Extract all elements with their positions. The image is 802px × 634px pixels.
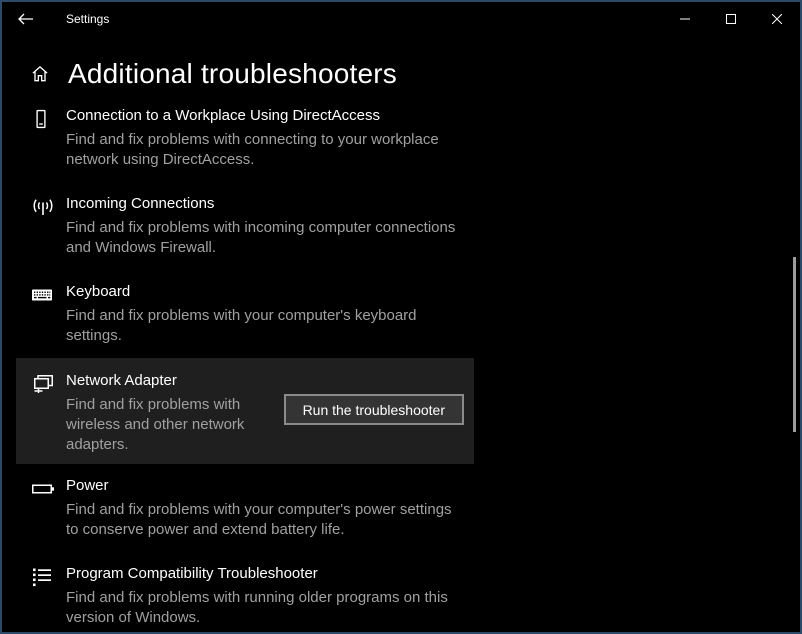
troubleshooter-name: Power	[66, 476, 474, 495]
settings-window: Settings Additional	[0, 0, 802, 634]
home-icon[interactable]	[30, 64, 50, 84]
troubleshooter-name: Incoming Connections	[66, 194, 474, 213]
page-content: Additional troubleshooters Connection to…	[2, 36, 800, 634]
troubleshooter-item[interactable]: Program Compatibility Troubleshooter Fin…	[30, 552, 474, 634]
troubleshooter-description: Find and fix problems with incoming comp…	[66, 218, 468, 258]
troubleshooter-description: Find and fix problems with connecting to…	[66, 130, 468, 170]
maximize-button[interactable]	[708, 2, 754, 36]
troubleshooter-description: Find and fix problems with running older…	[66, 588, 468, 628]
wireless-signal-icon	[30, 194, 66, 258]
troubleshooter-item[interactable]: Network Adapter Find and fix problems wi…	[16, 358, 474, 464]
troubleshooter-description: Find and fix problems with your computer…	[66, 306, 468, 346]
close-icon	[772, 14, 782, 24]
troubleshooter-item[interactable]: Incoming Connections Find and fix proble…	[30, 182, 474, 270]
page-header: Additional troubleshooters	[30, 58, 800, 90]
close-button[interactable]	[754, 2, 800, 36]
scrollbar-thumb[interactable]	[793, 257, 796, 432]
troubleshooter-item[interactable]: Connection to a Workplace Using DirectAc…	[30, 94, 474, 182]
back-arrow-icon	[18, 13, 34, 25]
minimize-button[interactable]	[662, 2, 708, 36]
troubleshooter-name: Connection to a Workplace Using DirectAc…	[66, 106, 474, 125]
troubleshooter-item[interactable]: Keyboard Find and fix problems with your…	[30, 270, 474, 358]
troubleshooter-description: Find and fix problems with your computer…	[66, 500, 468, 540]
titlebar: Settings	[2, 2, 800, 36]
run-troubleshooter-button[interactable]: Run the troubleshooter	[284, 394, 464, 425]
keyboard-icon	[30, 282, 66, 346]
minimize-icon	[680, 14, 690, 24]
window-controls	[662, 2, 800, 36]
troubleshooter-name: Keyboard	[66, 282, 474, 301]
troubleshooter-description: Find and fix problems with wireless and …	[66, 395, 284, 455]
compatibility-list-icon	[30, 564, 66, 628]
battery-icon	[30, 476, 66, 540]
directaccess-phone-icon	[30, 106, 66, 170]
back-button[interactable]	[2, 2, 50, 36]
network-adapter-icon	[30, 371, 66, 455]
troubleshooter-list: Connection to a Workplace Using DirectAc…	[30, 94, 474, 634]
window-title: Settings	[66, 12, 109, 26]
troubleshooter-name: Network Adapter	[66, 371, 284, 390]
page-title: Additional troubleshooters	[68, 58, 397, 90]
troubleshooter-item[interactable]: Power Find and fix problems with your co…	[30, 464, 474, 552]
maximize-icon	[726, 14, 736, 24]
troubleshooter-name: Program Compatibility Troubleshooter	[66, 564, 474, 583]
